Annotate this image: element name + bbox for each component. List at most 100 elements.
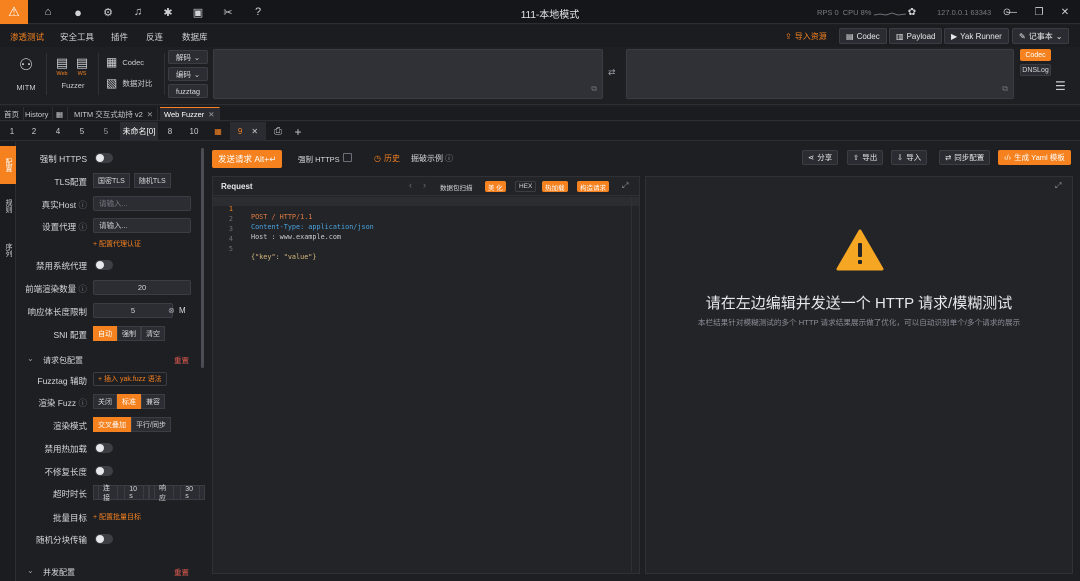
config-scrollbar[interactable] — [201, 148, 204, 368]
code-line[interactable]: 4 — [213, 227, 633, 243]
fuzzer-tab[interactable]: 5 — [94, 122, 118, 141]
fuzzer-tab-active[interactable]: 未命名[0] — [120, 122, 158, 141]
menu-pentest[interactable]: 渗透测试 — [10, 31, 44, 43]
codec-button[interactable]: ▤ Codec — [839, 28, 887, 44]
sni-force-option[interactable]: 强制 — [117, 326, 141, 341]
close-icon[interactable]: ✕ — [251, 127, 258, 136]
code-line[interactable]: 5 {"key": "value"} — [213, 237, 633, 261]
proxy-input[interactable]: 请输入... — [93, 218, 191, 233]
copy-icon[interactable]: ⧉ — [591, 84, 597, 94]
payload-button[interactable]: ▥ Payload — [889, 28, 943, 44]
tools-icon[interactable]: ✂ — [218, 2, 238, 22]
fuzzer-tab[interactable]: ▦ — [206, 122, 230, 141]
bell-icon[interactable]: ♫ — [128, 2, 148, 22]
fuzzer-tab[interactable]: 5 — [70, 122, 94, 141]
minimize-icon[interactable]: — — [1003, 4, 1021, 20]
notebook-button[interactable]: ✎ 记事本 ⌄ — [1012, 28, 1070, 44]
fuzztag-insert-button[interactable]: + 插入 yak.fuzz 语法 — [93, 372, 167, 386]
decode-dropdown[interactable]: 解码 ⌄ — [168, 50, 208, 64]
history-button[interactable]: ◷ 历史 — [374, 153, 400, 164]
fuzzer-tab[interactable]: 2 — [22, 122, 46, 141]
terminal-icon[interactable]: ▣ — [188, 2, 208, 22]
tab-history[interactable]: History — [21, 107, 54, 121]
bug-icon[interactable]: ✱ — [158, 2, 178, 22]
ws-fuzzer-tool[interactable]: ▤ WS — [72, 55, 92, 77]
pet-icon[interactable]: ✿ — [905, 5, 919, 19]
fuzzer-tab[interactable]: 4 — [46, 122, 70, 141]
menu-database[interactable]: 数据库 — [182, 31, 208, 43]
import-resource-button[interactable]: ⇪ 导入资源 — [785, 31, 827, 42]
render-fuzz-off-option[interactable]: 关闭 — [93, 394, 117, 409]
fuzzer-tab[interactable]: 10 — [182, 122, 206, 141]
gear-icon[interactable]: ⚙ — [98, 2, 118, 22]
sort-lines-icon[interactable]: ☰ — [1055, 79, 1066, 93]
chevron-left-icon[interactable]: ‹ — [409, 180, 412, 190]
disable-sys-proxy-toggle[interactable] — [95, 260, 113, 270]
force-https-toggle[interactable] — [95, 153, 113, 163]
maximize-icon[interactable]: ❐ — [1030, 4, 1048, 20]
menu-reverse[interactable]: 反连 — [146, 31, 163, 43]
close-icon[interactable]: ✕ — [147, 110, 153, 119]
resp-len-input[interactable]: 5 — [93, 303, 173, 318]
timeout-connect-input[interactable]: 连接 10 s — [93, 485, 149, 502]
share-button[interactable]: ⋖ 分享 — [802, 150, 839, 165]
app-logo-icon[interactable]: ⚠ — [0, 0, 28, 24]
expand-icon[interactable]: ⤢ — [1055, 181, 1061, 191]
fuzzer-tab-current[interactable]: 9 ✕ — [230, 122, 266, 141]
render-mode-cross-option[interactable]: 交叉叠加 — [93, 417, 131, 432]
menu-security-tools[interactable]: 安全工具 — [60, 31, 94, 43]
packet-scan-button[interactable]: 数据包扫描 — [437, 181, 476, 192]
compare-tool[interactable]: ▧ 数据对比 — [106, 76, 152, 90]
timeout-resp-input[interactable]: 响应 30 s — [149, 485, 205, 502]
sni-clear-option[interactable]: 清空 — [141, 326, 165, 341]
side-tab-sequence[interactable]: 序列 — [0, 232, 16, 268]
help-icon[interactable]: ? — [248, 2, 268, 22]
dnslog-button[interactable]: DNSLog — [1020, 64, 1051, 76]
fuzzer-tab[interactable]: 1 — [0, 122, 24, 141]
add-tab-icon[interactable]: + — [286, 122, 310, 141]
copy-icon[interactable]: ⧉ — [1002, 84, 1008, 94]
menu-plugins[interactable]: 插件 — [111, 31, 128, 43]
code-line[interactable]: 2 Content-Type: application/json — [213, 207, 633, 231]
realhost-input[interactable]: 请输入... — [93, 196, 191, 211]
render-count-input[interactable]: 20 — [93, 280, 191, 295]
generate-yaml-button[interactable]: ‹/› 生成 Yaml 模板 — [998, 150, 1071, 165]
sync-config-button[interactable]: ⇄ 同步配置 — [939, 150, 991, 165]
sni-auto-option[interactable]: 自动 — [93, 326, 117, 341]
close-icon[interactable]: ✕ — [208, 110, 214, 119]
tab-grid-icon[interactable]: ▦ — [52, 107, 68, 121]
random-chunk-toggle[interactable] — [95, 534, 113, 544]
chevron-right-icon[interactable]: › — [423, 180, 426, 190]
force-https-checkbox[interactable] — [343, 153, 352, 162]
example-button[interactable]: 掘破示例 ⓘ — [411, 153, 453, 164]
codec-tool[interactable]: ▦ Codec — [106, 55, 144, 69]
code-line[interactable]: 3 Host : www.example.com — [213, 217, 633, 241]
encode-dropdown[interactable]: 编码 ⌄ — [168, 67, 208, 81]
tab-web-fuzzer[interactable]: Web Fuzzer ✕ — [160, 107, 220, 121]
mitm-tool[interactable]: ⚇ MITM — [12, 55, 40, 92]
req-pkg-reset-button[interactable]: 重置 — [174, 355, 189, 366]
send-request-button[interactable]: 发送请求 Alt+↵ — [212, 150, 283, 168]
fuzzer-tool[interactable]: ▤ Web ▤ WS Fuzzer — [52, 55, 94, 90]
concurrency-reset-button[interactable]: 重置 — [174, 567, 189, 578]
user-icon[interactable]: ● — [68, 2, 88, 22]
fuzztag-button[interactable]: fuzztag — [168, 84, 208, 98]
side-tab-config[interactable]: 配置 — [0, 146, 16, 184]
concurrency-section-header[interactable]: ⌄ 并发配置 重置 — [17, 562, 205, 580]
no-fix-len-toggle[interactable] — [95, 466, 113, 476]
disable-hotload-toggle[interactable] — [95, 443, 113, 453]
render-fuzz-standard-option[interactable]: 标准 — [117, 394, 141, 409]
req-pkg-section-header[interactable]: ⌄ 请求包配置 重置 — [17, 350, 205, 368]
fuzzer-tab[interactable]: 8 — [158, 122, 182, 141]
proxy-auth-link[interactable]: + 配置代理认证 — [93, 239, 141, 249]
render-fuzz-compat-option[interactable]: 兼容 — [141, 394, 165, 409]
expand-icon[interactable]: ⤢ — [622, 181, 628, 191]
yak-runner-button[interactable]: ▶ Yak Runner — [944, 28, 1009, 44]
render-mode-parallel-option[interactable]: 平行/同步 — [131, 417, 171, 432]
build-request-button[interactable]: 构造请求 — [577, 181, 609, 192]
tls-gm-option[interactable]: 国密TLS — [93, 173, 130, 188]
tls-random-option[interactable]: 随机TLS — [133, 173, 171, 188]
beautify-button[interactable]: 美 化 — [485, 181, 506, 192]
hex-button[interactable]: HEX — [515, 181, 537, 192]
codec-output-area[interactable]: ⧉ — [626, 49, 1014, 99]
